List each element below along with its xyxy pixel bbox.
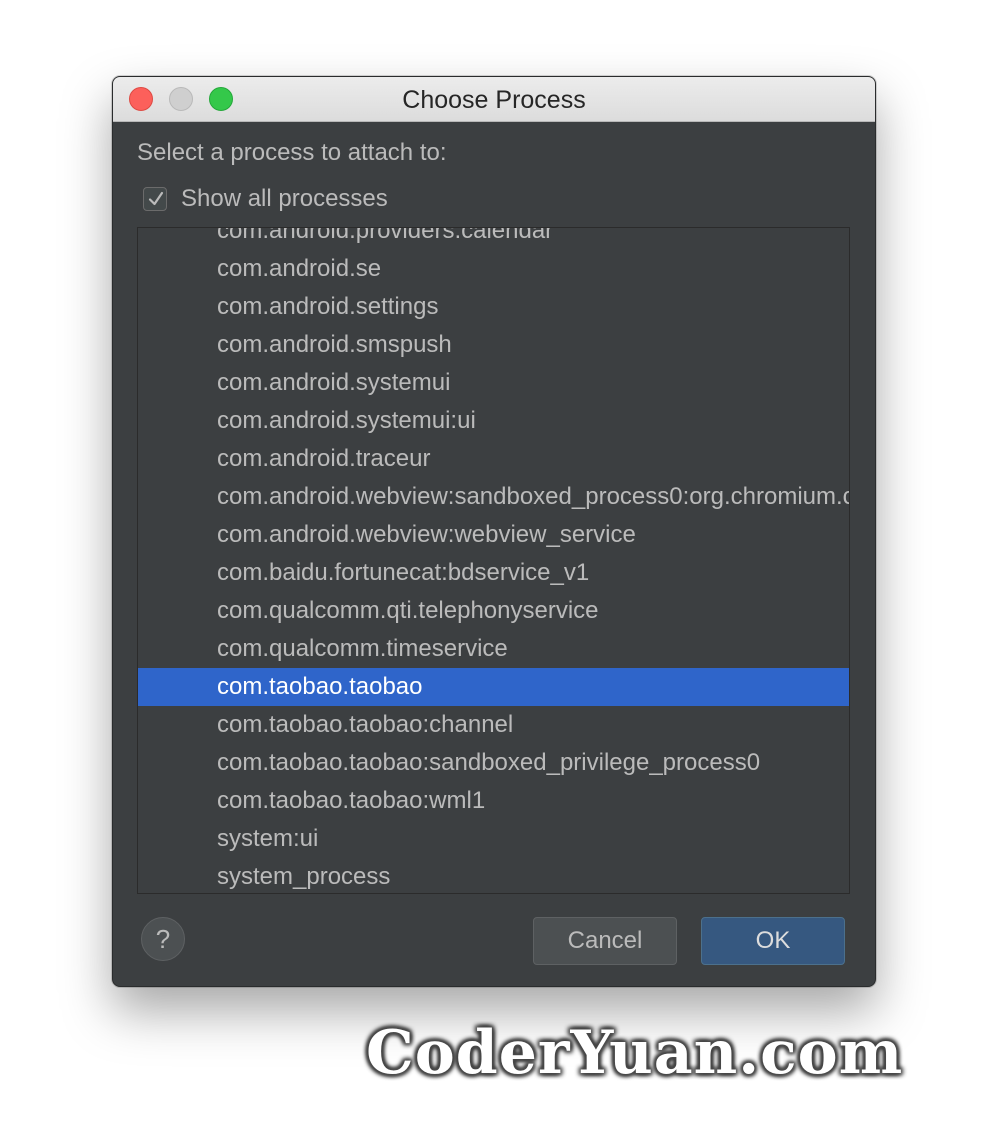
list-item[interactable]: com.android.traceur [138, 440, 849, 478]
list-item[interactable]: com.android.se [138, 250, 849, 288]
list-item[interactable]: system_process [138, 858, 849, 893]
minimize-window-icon[interactable] [169, 87, 193, 111]
show-all-processes-label: Show all processes [181, 185, 388, 212]
list-item[interactable]: com.taobao.taobao [138, 668, 849, 706]
list-item[interactable]: com.qualcomm.qti.telephonyservice [138, 592, 849, 630]
choose-process-dialog: Choose Process Select a process to attac… [112, 76, 876, 987]
process-list-items: com.android.providers.calendar com.androi… [138, 228, 849, 893]
watermark: CoderYuan.com [366, 1018, 904, 1088]
list-item[interactable]: com.android.webview:sandboxed_process0:o… [138, 478, 849, 516]
list-item[interactable]: com.android.providers.calendar [138, 228, 849, 250]
attach-prompt: Select a process to attach to: [137, 139, 447, 166]
checkbox-box[interactable] [143, 187, 167, 211]
title-bar[interactable]: Choose Process [113, 77, 875, 122]
list-item[interactable]: com.android.systemui [138, 364, 849, 402]
list-item[interactable]: com.baidu.fortunecat:bdservice_v1 [138, 554, 849, 592]
list-item[interactable]: com.taobao.taobao:channel [138, 706, 849, 744]
close-window-icon[interactable] [129, 87, 153, 111]
ok-button[interactable]: OK [701, 917, 845, 965]
list-item[interactable]: com.android.webview:webview_service [138, 516, 849, 554]
list-item[interactable]: com.taobao.taobao:wml1 [138, 782, 849, 820]
help-icon[interactable]: ? [141, 917, 185, 961]
list-item[interactable]: com.android.systemui:ui [138, 402, 849, 440]
list-item[interactable]: com.taobao.taobao:sandboxed_privilege_pr… [138, 744, 849, 782]
show-all-processes-checkbox[interactable]: Show all processes [143, 183, 388, 215]
maximize-window-icon[interactable] [209, 87, 233, 111]
list-item[interactable]: com.android.settings [138, 288, 849, 326]
list-item[interactable]: com.qualcomm.timeservice [138, 630, 849, 668]
checkmark-icon [148, 191, 164, 206]
list-item[interactable]: system:ui [138, 820, 849, 858]
list-item[interactable]: com.android.smspush [138, 326, 849, 364]
cancel-button[interactable]: Cancel [533, 917, 677, 965]
process-list[interactable]: com.android.providers.calendar com.androi… [137, 227, 850, 894]
